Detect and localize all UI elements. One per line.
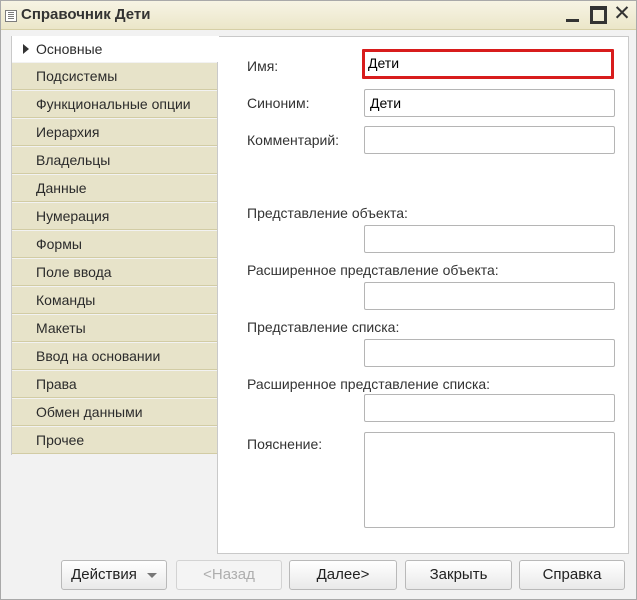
explanation-textarea[interactable] <box>364 432 615 528</box>
tab-label: Нумерация <box>36 208 110 224</box>
name-label: Имя: <box>247 58 279 74</box>
actions-button-label: Действия <box>71 566 137 583</box>
tab-label: Прочее <box>36 432 85 448</box>
tab-data-exchange[interactable]: Обмен данными <box>12 399 218 426</box>
tab-label: Макеты <box>36 320 86 336</box>
tab-list: Основные Подсистемы Функциональные опции… <box>11 36 219 455</box>
tab-owners[interactable]: Владельцы <box>12 147 218 174</box>
tab-label: Владельцы <box>36 152 111 168</box>
tab-label: Поле ввода <box>36 264 112 280</box>
tab-label: Формы <box>36 236 82 252</box>
tab-templates[interactable]: Макеты <box>12 315 218 342</box>
synonym-field[interactable]: Дети <box>364 89 615 117</box>
tab-hierarchy[interactable]: Иерархия <box>12 119 218 146</box>
window-title: Справочник Дети <box>21 6 151 23</box>
tab-label: Ввод на основании <box>36 348 161 364</box>
tab-label: Команды <box>36 292 96 308</box>
tab-data[interactable]: Данные <box>12 175 218 202</box>
dialog-window: Справочник Дети ✕ Основные Подсистемы Фу… <box>0 0 637 600</box>
actions-button[interactable]: Действия <box>61 560 167 590</box>
chevron-down-icon <box>146 572 157 578</box>
tab-label: Иерархия <box>36 124 100 140</box>
name-field[interactable]: Дети <box>362 49 614 79</box>
tab-rights[interactable]: Права <box>12 371 218 398</box>
object-presentation-label: Представление объекта: <box>247 205 408 221</box>
tab-label: Основные <box>36 41 103 57</box>
tab-label: Обмен данными <box>36 404 143 420</box>
back-button[interactable]: <Назад <box>176 560 282 590</box>
next-button[interactable]: Далее> <box>289 560 397 590</box>
extended-list-presentation-label: Расширенное представление списка: <box>247 376 491 392</box>
active-tab-arrow-icon <box>23 44 29 54</box>
object-presentation-field[interactable] <box>364 225 615 253</box>
tab-forms[interactable]: Формы <box>12 231 218 258</box>
tab-commands[interactable]: Команды <box>12 287 218 314</box>
extended-object-presentation-label: Расширенное представление объекта: <box>247 262 499 278</box>
tab-numbering[interactable]: Нумерация <box>12 203 218 230</box>
tab-subsystems[interactable]: Подсистемы <box>12 63 218 90</box>
synonym-label: Синоним: <box>247 95 310 111</box>
tab-input-field[interactable]: Поле ввода <box>12 259 218 286</box>
tab-label: Права <box>36 376 77 392</box>
maximize-icon[interactable] <box>587 2 609 26</box>
tab-functional-options[interactable]: Функциональные опции <box>12 91 218 118</box>
catalog-icon <box>5 10 17 22</box>
help-button[interactable]: Справка <box>519 560 625 590</box>
title-bar[interactable]: Справочник Дети ✕ <box>1 1 636 30</box>
extended-list-presentation-field[interactable] <box>364 394 615 422</box>
tab-other[interactable]: Прочее <box>12 427 218 454</box>
close-button[interactable]: Закрыть <box>405 560 512 590</box>
comment-label: Комментарий: <box>247 132 340 148</box>
tab-label: Данные <box>36 180 87 196</box>
explanation-label: Пояснение: <box>247 436 323 452</box>
tab-content-basic: Имя: Дети Синоним: Дети Комментарий: Пре… <box>217 36 629 554</box>
comment-field[interactable] <box>364 126 615 154</box>
list-presentation-field[interactable] <box>364 339 615 367</box>
extended-object-presentation-field[interactable] <box>364 282 615 310</box>
tab-label: Подсистемы <box>36 68 118 84</box>
tab-label: Функциональные опции <box>36 96 191 112</box>
list-presentation-label: Представление списка: <box>247 319 400 335</box>
minimize-icon[interactable] <box>562 2 584 26</box>
tab-input-by-basis[interactable]: Ввод на основании <box>12 343 218 370</box>
tab-basic[interactable]: Основные <box>12 36 219 62</box>
close-icon[interactable]: ✕ <box>611 2 633 26</box>
